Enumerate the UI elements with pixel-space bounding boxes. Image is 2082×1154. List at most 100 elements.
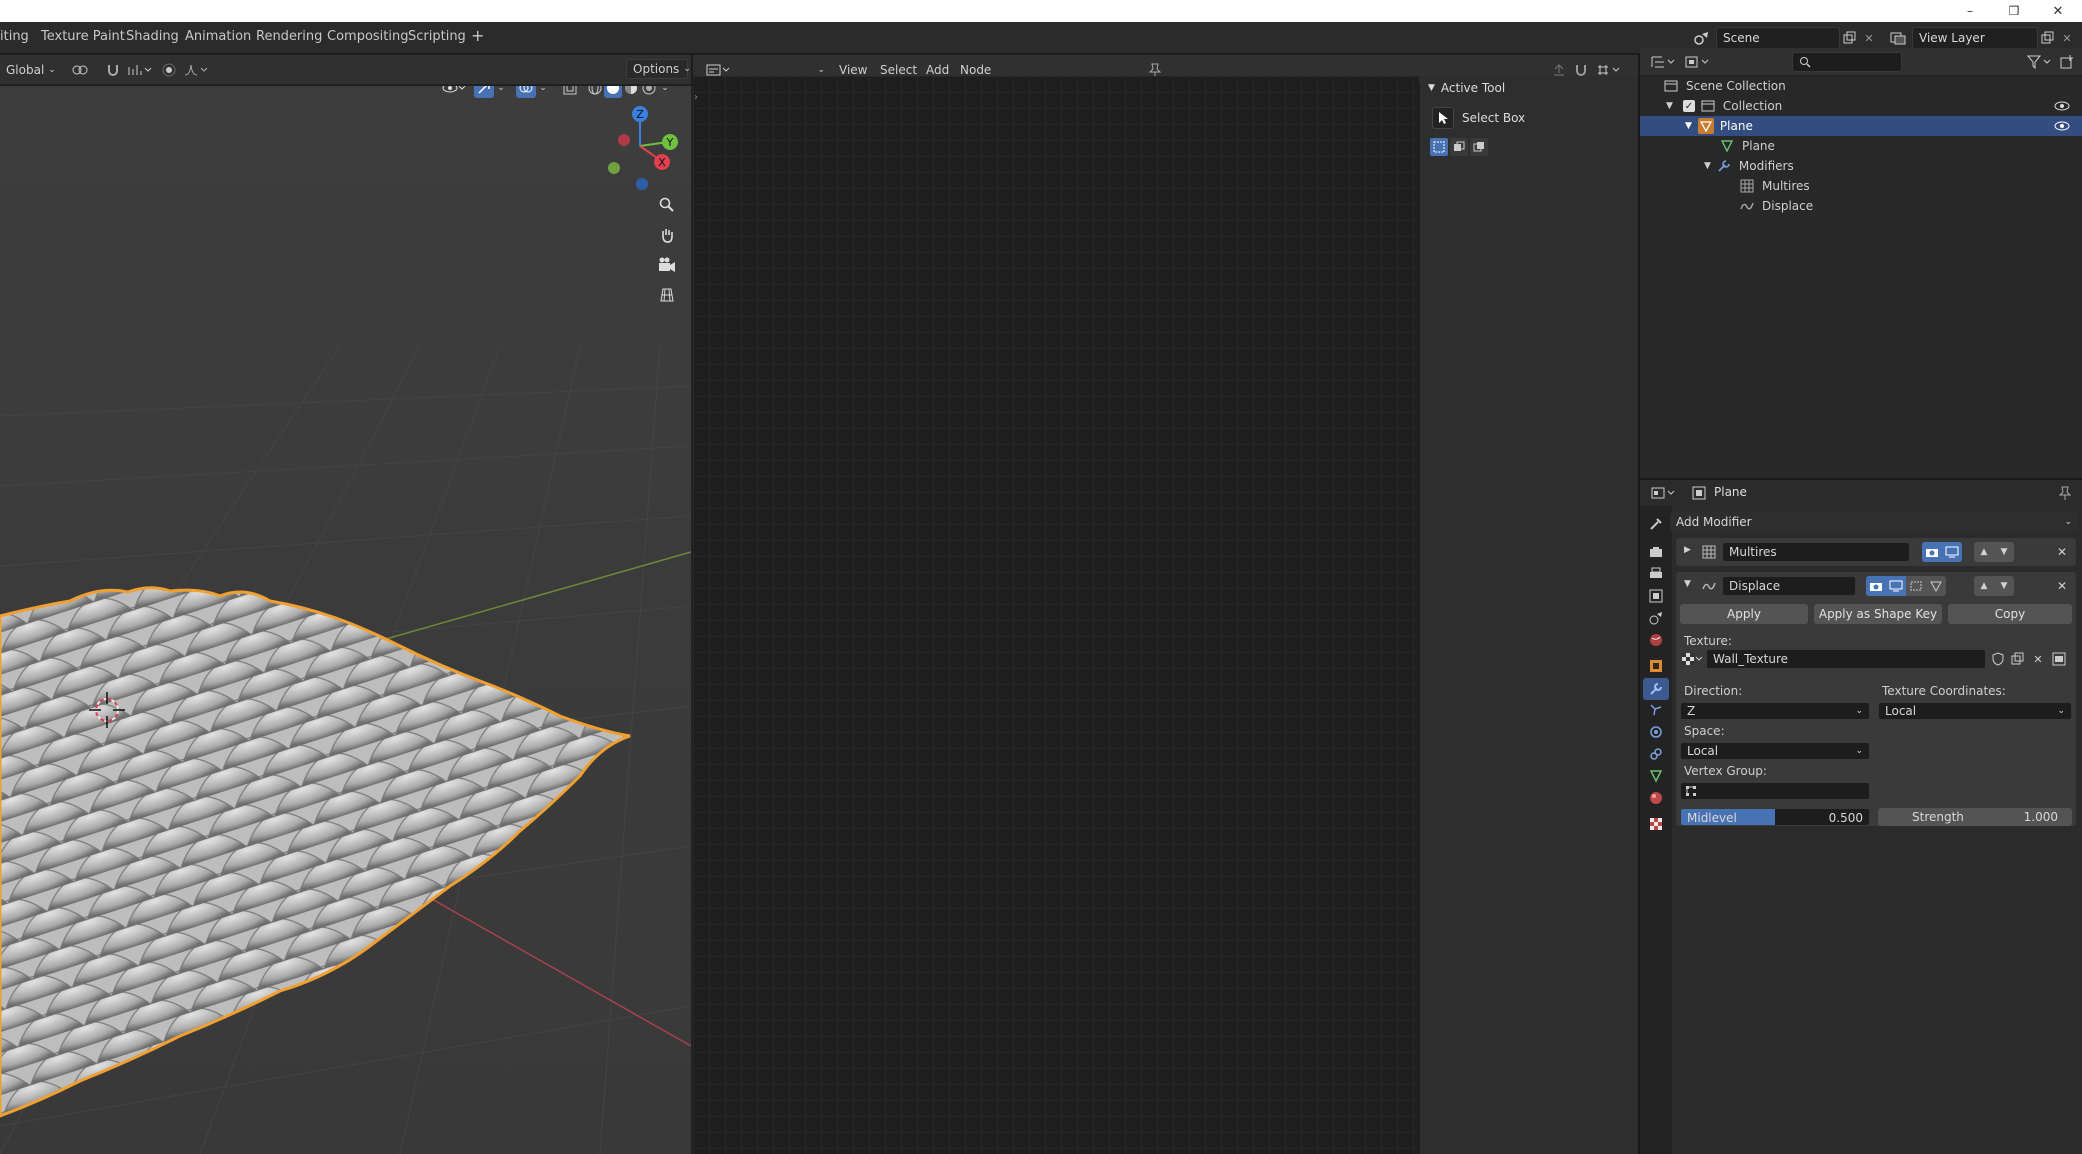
expand-triangle-icon[interactable]: ▼ bbox=[1666, 101, 1673, 111]
view-layer-browse-button[interactable] bbox=[1886, 27, 1910, 49]
unlink-texture-button[interactable]: ✕ bbox=[2028, 649, 2048, 669]
visibility-dropdown[interactable] bbox=[440, 86, 468, 98]
tab-world[interactable] bbox=[1646, 630, 1666, 650]
tab-rendering[interactable]: Rendering bbox=[256, 29, 322, 44]
outliner-row-collection[interactable]: ▼ ✓ Collection bbox=[1640, 96, 2082, 116]
delete-scene-button[interactable]: ✕ bbox=[1860, 27, 1878, 49]
outliner-row-scene-collection[interactable]: Scene Collection bbox=[1640, 76, 2082, 96]
add-modifier-dropdown[interactable]: Add Modifier ⌄ bbox=[1670, 512, 2078, 532]
vertex-group-field[interactable] bbox=[1680, 782, 1870, 800]
eye-icon[interactable] bbox=[2054, 120, 2070, 132]
remove-modifier-button[interactable]: ✕ bbox=[2052, 576, 2072, 596]
overlays-dropdown[interactable]: ⌄ bbox=[536, 86, 550, 98]
new-texture-button[interactable] bbox=[2008, 649, 2028, 669]
options-dropdown[interactable]: Options ⌄ bbox=[626, 59, 691, 79]
new-scene-button[interactable] bbox=[1840, 27, 1860, 49]
xray-toggle[interactable] bbox=[560, 86, 580, 98]
solid-shading-button[interactable] bbox=[604, 86, 622, 98]
snap-toggle[interactable] bbox=[102, 60, 124, 80]
delete-view-layer-button[interactable]: ✕ bbox=[2058, 27, 2076, 49]
midlevel-slider[interactable]: Midlevel 0.500 bbox=[1680, 808, 1870, 826]
falloff-dropdown[interactable] bbox=[182, 60, 210, 80]
show-in-render-toggle[interactable] bbox=[1866, 576, 1886, 596]
tab-object[interactable] bbox=[1646, 656, 1666, 676]
fake-user-toggle[interactable] bbox=[1988, 649, 2008, 669]
menu-node[interactable]: Node bbox=[960, 63, 991, 77]
copy-modifier-button[interactable]: Copy bbox=[1948, 604, 2072, 624]
tab-modifiers[interactable] bbox=[1643, 678, 1669, 700]
outliner-row-plane-object[interactable]: ▼ Plane bbox=[1640, 116, 2082, 136]
gizmo-neg-x-axis[interactable] bbox=[618, 134, 630, 146]
tab-texture[interactable] bbox=[1646, 814, 1666, 834]
tab-object-data[interactable] bbox=[1646, 766, 1666, 786]
show-texture-properties-button[interactable] bbox=[2048, 649, 2070, 669]
viewport-canvas[interactable]: Z Y X bbox=[0, 86, 691, 1154]
tab-material[interactable] bbox=[1646, 788, 1666, 808]
tab-view-layer[interactable] bbox=[1646, 586, 1666, 606]
modifier-name-field[interactable]: Displace bbox=[1722, 576, 1856, 596]
properties-editor-type[interactable] bbox=[1648, 483, 1678, 503]
outliner-row-modifiers[interactable]: ▼ Modifiers bbox=[1640, 156, 2082, 176]
wireframe-shading-button[interactable] bbox=[586, 86, 604, 98]
tab-texture-paint[interactable]: Texture Paint bbox=[41, 29, 125, 44]
tab-render[interactable] bbox=[1646, 542, 1666, 562]
filter-dropdown[interactable] bbox=[2024, 52, 2054, 72]
gizmo-dropdown[interactable]: ⌄ bbox=[494, 86, 508, 98]
node-editor-canvas[interactable] bbox=[693, 76, 1419, 1154]
gizmo-toggle[interactable] bbox=[474, 86, 494, 98]
scene-browse-button[interactable] bbox=[1690, 27, 1714, 49]
sidebar-toggle-icon[interactable]: › bbox=[694, 92, 698, 103]
scene-name-field[interactable]: Scene bbox=[1716, 27, 1840, 49]
pan-button[interactable] bbox=[654, 222, 680, 248]
3d-viewport[interactable]: Z Y X ⌄ ⌄ ⌄ bbox=[0, 86, 691, 1154]
mode-extend-button[interactable] bbox=[1450, 138, 1468, 156]
eye-icon[interactable] bbox=[2054, 100, 2070, 112]
strength-field[interactable]: Strength 1.000 bbox=[1878, 808, 2072, 826]
apply-as-shape-key-button[interactable]: Apply as Shape Key bbox=[1814, 604, 1942, 624]
maximize-button[interactable]: ❐ bbox=[1992, 0, 2036, 22]
mode-subtract-button[interactable] bbox=[1470, 138, 1488, 156]
proportional-edit-toggle[interactable] bbox=[158, 60, 180, 80]
show-in-viewport-toggle[interactable] bbox=[1942, 542, 1962, 562]
tab-constraints[interactable] bbox=[1646, 744, 1666, 764]
minimize-button[interactable]: – bbox=[1948, 0, 1992, 22]
expand-triangle-icon[interactable]: ▶ bbox=[1684, 545, 1691, 555]
view-layer-field[interactable]: View Layer bbox=[1912, 27, 2038, 49]
tab-physics[interactable] bbox=[1646, 722, 1666, 742]
tab-scene[interactable] bbox=[1646, 608, 1666, 628]
expand-triangle-icon[interactable]: ▼ bbox=[1684, 579, 1691, 589]
remove-modifier-button[interactable]: ✕ bbox=[2052, 542, 2072, 562]
tab-particles[interactable] bbox=[1646, 700, 1666, 720]
pin-icon[interactable] bbox=[2058, 486, 2072, 500]
tab-output[interactable] bbox=[1646, 564, 1666, 584]
outliner-editor-type[interactable] bbox=[1648, 52, 1678, 72]
exclude-checkbox[interactable]: ✓ bbox=[1682, 100, 1695, 112]
menu-view[interactable]: View bbox=[839, 63, 867, 77]
move-down-button[interactable]: ▼ bbox=[1994, 576, 2014, 596]
tab-sculpting[interactable]: iting bbox=[0, 29, 29, 44]
texture-coordinates-dropdown[interactable]: Local ⌄ bbox=[1878, 702, 2072, 720]
gizmo-neg-z-axis[interactable] bbox=[636, 178, 648, 190]
mode-set-button[interactable] bbox=[1430, 138, 1448, 156]
texture-browse-button[interactable] bbox=[1680, 649, 1704, 669]
modifier-name-field[interactable]: Multires bbox=[1722, 542, 1910, 562]
direction-dropdown[interactable]: Z ⌄ bbox=[1680, 702, 1870, 720]
outliner-row-mesh-data[interactable]: Plane bbox=[1640, 136, 2082, 156]
tab-compositing[interactable]: Compositing bbox=[327, 29, 409, 44]
show-in-viewport-toggle[interactable] bbox=[1886, 576, 1906, 596]
outliner-row-multires[interactable]: Multires bbox=[1640, 176, 2082, 196]
move-up-button[interactable]: ▲ bbox=[1974, 576, 1994, 596]
space-dropdown[interactable]: Local ⌄ bbox=[1680, 742, 1870, 760]
on-cage-toggle[interactable] bbox=[1926, 576, 1946, 596]
perspective-toggle-button[interactable] bbox=[654, 282, 680, 308]
move-up-button[interactable]: ▲ bbox=[1974, 542, 1994, 562]
show-in-render-toggle[interactable] bbox=[1922, 542, 1942, 562]
close-window-button[interactable]: ✕ bbox=[2036, 0, 2080, 22]
display-mode-dropdown[interactable] bbox=[1682, 52, 1712, 72]
tab-shading[interactable]: Shading bbox=[126, 29, 179, 44]
camera-view-button[interactable] bbox=[654, 252, 680, 278]
gizmo-neg-y-axis[interactable] bbox=[608, 162, 620, 174]
add-workspace-button[interactable]: + bbox=[471, 26, 484, 45]
apply-button[interactable]: Apply bbox=[1680, 604, 1808, 624]
shading-dropdown[interactable]: ⌄ bbox=[658, 86, 672, 98]
